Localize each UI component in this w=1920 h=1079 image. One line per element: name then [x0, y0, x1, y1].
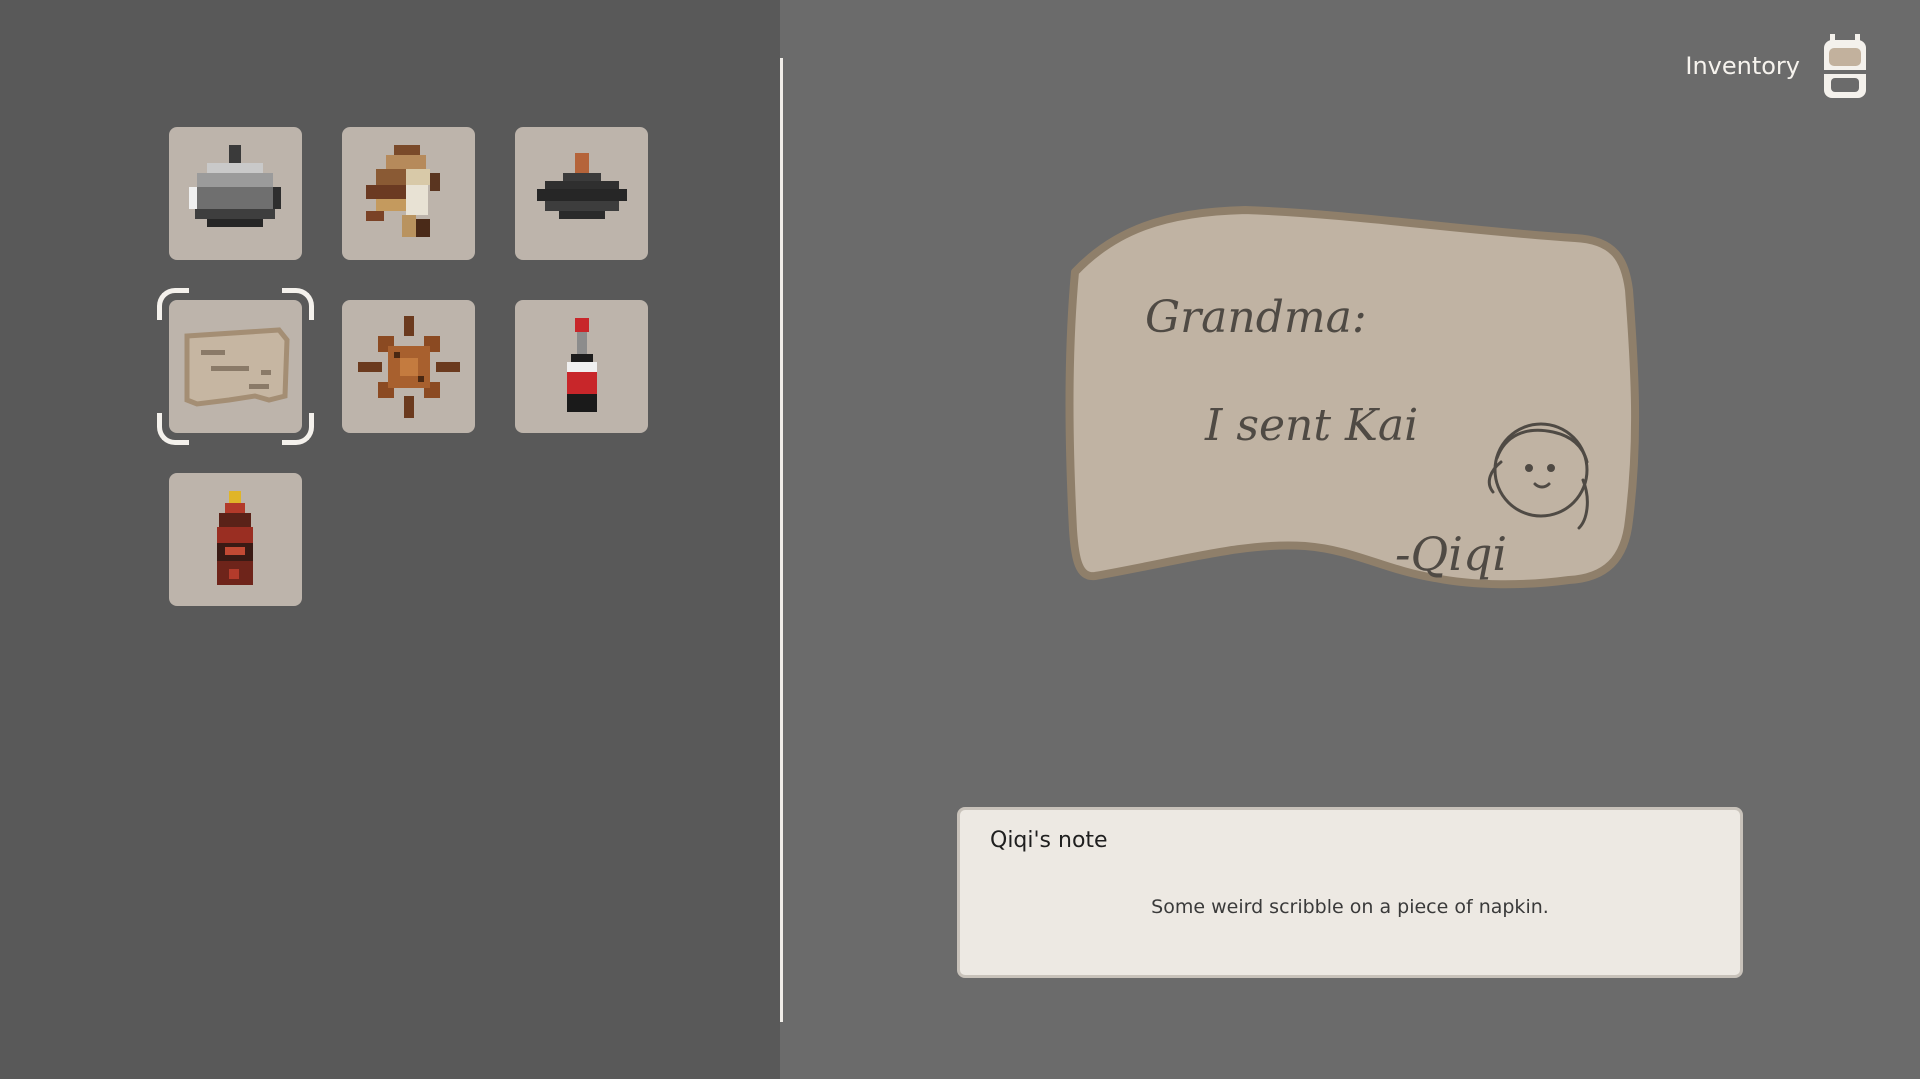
napkin-shape	[1065, 206, 1640, 589]
bread-basket-icon	[366, 145, 440, 237]
inventory-label: Inventory	[1685, 52, 1800, 80]
inventory-slot-wok[interactable]	[515, 127, 648, 260]
sauce-bottle-icon	[567, 318, 597, 412]
star-anise-icon	[358, 316, 460, 418]
inventory-panel	[0, 0, 780, 1079]
item-description: Some weird scribble on a piece of napkin…	[1151, 896, 1549, 918]
pot-icon	[189, 145, 281, 227]
wok-icon	[537, 153, 627, 219]
inventory-slot-napkin-note[interactable]	[169, 300, 302, 433]
inventory-slot-spice-bottle[interactable]	[169, 473, 302, 606]
inventory-slot-star-anise[interactable]	[342, 300, 475, 433]
backpack-icon[interactable]	[1822, 34, 1868, 102]
inventory-slot-pot[interactable]	[169, 127, 302, 260]
note-line-signature: -Qiqi	[1395, 527, 1507, 581]
item-description-box: Qiqi's note Some weird scribble on a pie…	[957, 807, 1743, 978]
note-line-body: I sent Kai	[1204, 400, 1418, 451]
inventory-slot-bread-basket[interactable]	[342, 127, 475, 260]
item-title: Qiqi's note	[990, 828, 1108, 853]
napkin-note-icon	[184, 327, 290, 407]
note-line-greeting: Grandma:	[1145, 292, 1367, 343]
spice-bottle-icon	[217, 491, 253, 585]
inventory-slot-sauce-bottle[interactable]	[515, 300, 648, 433]
note-preview: Grandma: I sent Kai -Qiqi	[1065, 206, 1640, 589]
